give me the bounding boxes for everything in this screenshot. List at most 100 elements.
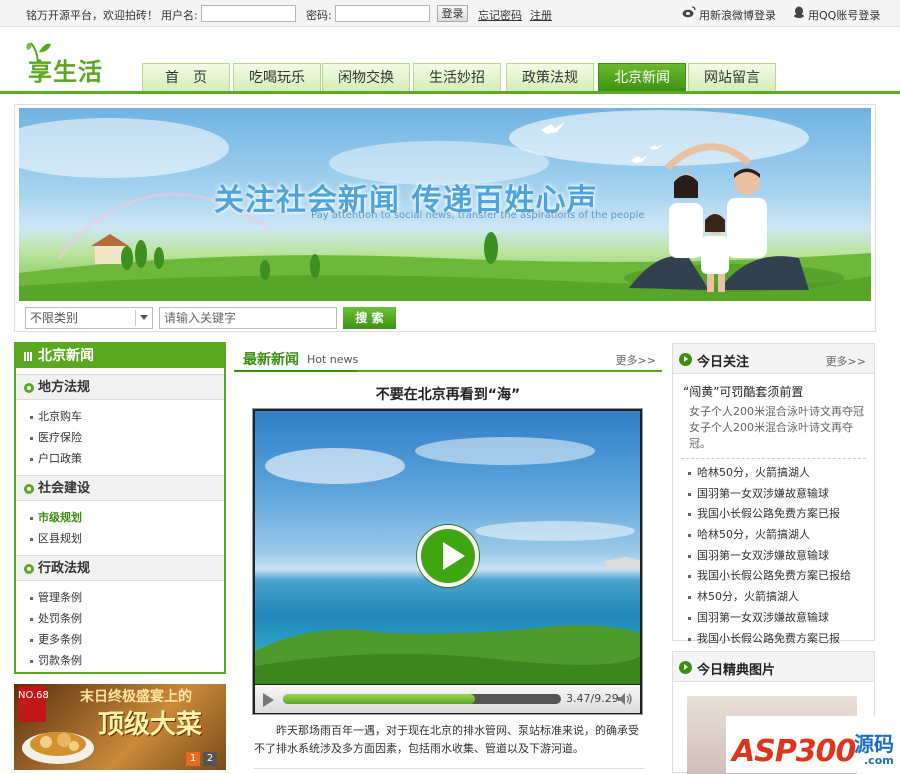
watermark-domain: .com <box>864 754 894 767</box>
focus-list-item[interactable]: 我国小长假公路免费方案已报 <box>673 629 874 650</box>
focus-list-item[interactable]: 国羽第一女双涉嫌故意输球 <box>673 608 874 629</box>
site-logo[interactable]: 享生活 <box>25 40 125 86</box>
news-body: 昨天那场雨百年一遇，对于现在北京的排水管网、泵站标准来说，的确承受不了排水系统涉… <box>254 724 639 755</box>
weibo-login-link[interactable]: 用新浪微博登录 <box>699 7 776 23</box>
today-focus-title: 今日关注 <box>697 355 750 370</box>
news-title[interactable]: 不要在北京再看到“海” <box>234 384 662 404</box>
ad-line1: 末日终极盛宴上的 <box>80 689 192 705</box>
video-controls: 3.47/9.29 <box>255 685 640 713</box>
sidebar-link[interactable]: 北京购车 <box>16 406 224 427</box>
play-button[interactable] <box>417 525 479 587</box>
password-input[interactable] <box>335 5 430 22</box>
sidebar: 北京新闻 地方法规 北京购车 医疗保险 户口政策 社会建设 市级规划 区县规划 … <box>14 342 226 674</box>
more-link[interactable]: 更多>> <box>826 353 866 369</box>
password-label: 密码: <box>306 9 332 22</box>
sidebar-link[interactable]: 医疗保险 <box>16 427 224 448</box>
sidebar-link[interactable]: 户口政策 <box>16 448 224 469</box>
grid-icon <box>24 352 33 361</box>
banner-subtitle: Pay attention to social news, transfer t… <box>311 210 645 221</box>
section-title: 最新新闻 <box>243 352 299 368</box>
username-input[interactable] <box>201 5 296 22</box>
sidebar-link[interactable]: 罚款条例 <box>16 650 224 671</box>
sidebar-section-header[interactable]: 行政法规 <box>16 555 224 581</box>
sidebar-section: 社会建设 市级规划 区县规划 <box>16 475 224 549</box>
ad-banner[interactable]: NO.68 末日终极盛宴上的 顶级大菜 1 2 <box>14 684 226 770</box>
nav-tab-home[interactable]: 首 页 <box>142 63 230 92</box>
sidebar-link[interactable]: 管理条例 <box>16 587 224 608</box>
video-screen[interactable] <box>255 411 640 684</box>
qq-login-link[interactable]: 用QQ账号登录 <box>808 7 880 23</box>
section-title-en: Hot news <box>307 353 359 366</box>
top-bar: 铭万开源平台，欢迎拍砖！ 用户名: 密码: 登录 忘记密码 注册 用新浪微博登录… <box>0 0 900 27</box>
focus-list-item[interactable]: 国羽第一女双涉嫌故意输球 <box>673 546 874 567</box>
sidebar-section-header[interactable]: 地方法规 <box>16 374 224 400</box>
ad-page-2[interactable]: 2 <box>203 752 217 766</box>
watermark-logo: ASP300 源码 .com <box>726 716 900 773</box>
header-underline <box>234 370 357 372</box>
logo-text: 享生活 <box>28 57 103 86</box>
video-progress-fill <box>283 694 475 704</box>
select-separator <box>135 310 136 326</box>
volume-icon[interactable] <box>617 692 633 706</box>
latest-news-header: 最新新闻 Hot news 更多>> <box>234 344 662 372</box>
sidebar-section-title: 行政法规 <box>38 561 91 576</box>
nav-tab-exchange[interactable]: 闲物交换 <box>322 63 410 92</box>
bullet-icon <box>24 564 34 574</box>
sidebar-section-title: 社会建设 <box>38 481 91 496</box>
play-icon[interactable] <box>263 693 274 707</box>
today-focus-box: 今日关注 更多>> “闯黄”可罚酷套须前置 女子个人200米混合泳叶诗文再夺冠女… <box>672 343 875 645</box>
focus-list-item[interactable]: 林50分，火箭搞湖人 <box>673 587 874 608</box>
today-photos-title: 今日精典图片 <box>697 663 776 678</box>
category-select[interactable]: 不限类别 <box>25 307 153 329</box>
register-link[interactable]: 注册 <box>530 7 552 23</box>
sidebar-section-header[interactable]: 社会建设 <box>16 475 224 501</box>
ad-line2: 顶级大菜 <box>98 710 203 740</box>
login-button[interactable]: 登录 <box>437 5 468 22</box>
sidebar-link[interactable]: 更多条例 <box>16 629 224 650</box>
chevron-down-icon <box>140 315 148 320</box>
ad-badge: NO.68 <box>18 686 49 722</box>
focus-list-item[interactable]: 我国小长假公路免费方案已报 <box>673 504 874 525</box>
divider <box>681 458 866 459</box>
focus-list-item[interactable]: 哈林50分，火箭搞湖人 <box>673 463 874 484</box>
nav-tab-beijing-news[interactable]: 北京新闻 <box>598 63 686 92</box>
bullet-icon <box>24 383 34 393</box>
nav-tab-policy[interactable]: 政策法规 <box>506 63 594 92</box>
ad-page-1[interactable]: 1 <box>186 752 200 766</box>
focus-list-item[interactable]: 我国小长假公路免费方案已报给 <box>673 566 874 587</box>
sidebar-link-active[interactable]: 市级规划 <box>16 507 224 528</box>
bullet-icon <box>24 484 34 494</box>
sidebar-link[interactable]: 区县规划 <box>16 528 224 549</box>
search-button[interactable]: 搜 索 <box>343 307 396 329</box>
today-focus-header: 今日关注 更多>> <box>673 344 874 374</box>
sidebar-section-title: 地方法规 <box>38 380 91 395</box>
qq-icon <box>794 6 804 18</box>
sidebar-link[interactable]: 处罚条例 <box>16 608 224 629</box>
arrow-circle-icon <box>679 661 692 674</box>
video-player: 3.47/9.29 <box>252 408 643 715</box>
divider <box>254 768 644 769</box>
nav-tab-life-tips[interactable]: 生活妙招 <box>413 63 501 92</box>
nav-tab-food-fun[interactable]: 吃喝玩乐 <box>233 63 321 92</box>
category-selected-value: 不限类别 <box>30 311 79 325</box>
sidebar-title: 北京新闻 <box>38 348 94 364</box>
nav-tab-guestbook[interactable]: 网站留言 <box>688 63 776 92</box>
username-label: 用户名: <box>161 9 198 22</box>
watermark-brand: ASP300 <box>732 734 856 769</box>
focus-list-item[interactable]: 国羽第一女双涉嫌故意输球 <box>673 484 874 505</box>
sidebar-header: 北京新闻 <box>16 344 224 368</box>
video-time: 3.47/9.29 <box>566 692 619 705</box>
nav-underline <box>0 91 900 94</box>
focus-summary: 女子个人200米混合泳叶诗文再夺冠女子个人200米混合泳叶诗文再夺冠。 <box>689 405 864 450</box>
more-link[interactable]: 更多>> <box>616 352 656 368</box>
keyword-input[interactable]: 请输入关键字 <box>159 307 337 329</box>
weibo-icon <box>682 6 696 18</box>
banner-box: 关注社会新闻 传递百姓心声 Pay attention to social ne… <box>14 104 876 332</box>
watermark-cn: 源码 <box>854 732 894 756</box>
focus-lead-headline[interactable]: “闯黄”可罚酷套须前置 <box>673 374 874 400</box>
focus-list-item[interactable]: 哈林50分，火箭搞湖人 <box>673 525 874 546</box>
today-photos-header: 今日精典图片 <box>673 652 874 682</box>
sidebar-section: 行政法规 管理条例 处罚条例 更多条例 罚款条例 <box>16 555 224 671</box>
video-progress-track[interactable] <box>283 694 561 704</box>
forgot-password-link[interactable]: 忘记密码 <box>478 7 522 23</box>
